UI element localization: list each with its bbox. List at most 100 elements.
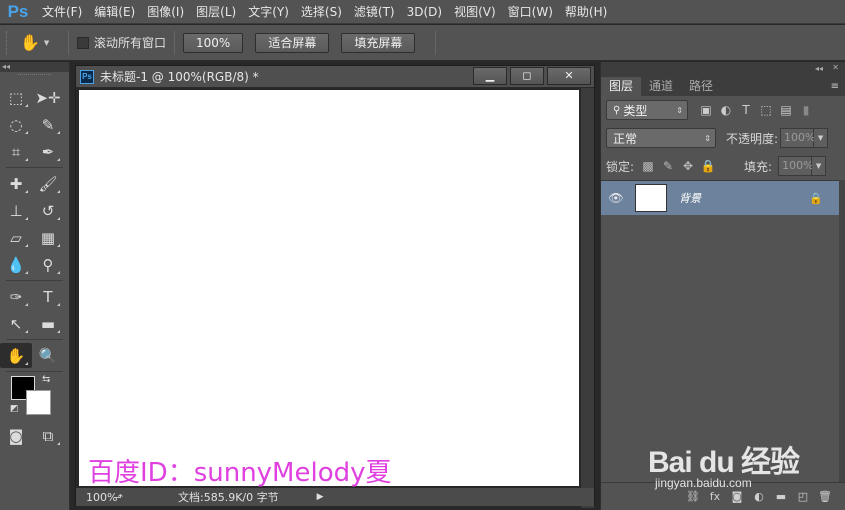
filter-type-dropdown[interactable]: ⚲ 类型 ⇕ bbox=[606, 100, 688, 120]
crop-tool-icon[interactable]: ⌗ bbox=[0, 139, 32, 164]
opacity-dropdown-icon[interactable]: ▼ bbox=[814, 128, 829, 148]
healing-brush-tool-icon[interactable]: ✚ bbox=[0, 171, 32, 196]
menu-file[interactable]: 文件(F) bbox=[36, 0, 88, 24]
add-mask-icon[interactable]: ◙ bbox=[726, 490, 748, 503]
filter-toggle-icon[interactable]: ▮ bbox=[796, 103, 816, 117]
menu-filter[interactable]: 滤镜(T) bbox=[348, 0, 401, 24]
fill-field[interactable]: 100% bbox=[778, 156, 814, 176]
menu-window[interactable]: 窗口(W) bbox=[502, 0, 559, 24]
layer-row-background[interactable]: 👁 背景 🔒 bbox=[601, 181, 839, 215]
fill-label: 填充: bbox=[744, 159, 773, 174]
divider bbox=[174, 30, 176, 55]
menu-view[interactable]: 视图(V) bbox=[448, 0, 502, 24]
new-adjustment-icon[interactable]: ◐ bbox=[748, 490, 770, 503]
menu-image[interactable]: 图像(I) bbox=[141, 0, 190, 24]
blend-mode-dropdown[interactable]: 正常 ⇕ bbox=[606, 128, 716, 148]
lock-icon: 🔒 bbox=[809, 191, 823, 205]
document-titlebar[interactable]: Ps 未标题-1 @ 100%(RGB/8) * ▁ ◻ ✕ bbox=[76, 66, 594, 88]
fx-icon[interactable]: fx bbox=[704, 490, 726, 503]
menu-help[interactable]: 帮助(H) bbox=[559, 0, 613, 24]
link-layers-icon[interactable]: ⛓ bbox=[682, 490, 704, 503]
eye-icon[interactable]: 👁 bbox=[601, 191, 631, 205]
menu-layer[interactable]: 图层(L) bbox=[190, 0, 242, 24]
search-icon: ⚲ bbox=[613, 104, 621, 116]
lock-all-icon[interactable]: 🔒 bbox=[698, 159, 718, 173]
rectangle-tool-icon[interactable]: ▬ bbox=[32, 311, 64, 336]
close-button[interactable]: ✕ bbox=[547, 66, 591, 85]
clone-stamp-tool-icon[interactable]: ⊥ bbox=[0, 198, 32, 223]
menu-bar: Ps 文件(F) 编辑(E) 图像(I) 图层(L) 文字(Y) 选择(S) 滤… bbox=[0, 0, 845, 24]
blur-tool-icon[interactable]: 💧 bbox=[0, 252, 32, 277]
chevron-down-icon: ▼ bbox=[43, 38, 50, 47]
menu-type[interactable]: 文字(Y) bbox=[242, 0, 295, 24]
gradient-tool-icon[interactable]: ▦ bbox=[32, 225, 64, 250]
dodge-tool-icon[interactable]: ⚲ bbox=[32, 252, 64, 277]
quick-mask-icon[interactable]: ◙ bbox=[0, 423, 32, 448]
share-icon[interactable]: ⬏ bbox=[114, 491, 136, 504]
lock-image-icon[interactable]: ✎ bbox=[658, 159, 678, 173]
move-tool-icon[interactable]: ➤✛ bbox=[32, 85, 64, 110]
pixel-filter-icon[interactable]: ▣ bbox=[696, 103, 716, 117]
pen-tool-icon[interactable]: ✑ bbox=[0, 284, 32, 309]
eyedropper-tool-icon[interactable]: ✒ bbox=[32, 139, 64, 164]
toolbox-grip[interactable] bbox=[18, 74, 51, 82]
brush-tool-icon[interactable]: 🖌 bbox=[32, 171, 64, 196]
trash-icon[interactable]: 🗑 bbox=[814, 490, 836, 503]
blend-mode-value: 正常 bbox=[613, 131, 638, 146]
path-selection-tool-icon[interactable]: ↖ bbox=[0, 311, 32, 336]
new-group-icon[interactable]: ▬ bbox=[770, 490, 792, 503]
panel-scrollbar[interactable] bbox=[839, 180, 845, 488]
blend-row: 正常 ⇕ 不透明度: 100% ▼ bbox=[601, 124, 845, 152]
panel-menu-icon[interactable]: ≡ bbox=[831, 78, 839, 96]
panel-collapse-icon[interactable]: ◂◂ bbox=[815, 64, 823, 73]
minimize-button[interactable]: ▁ bbox=[473, 66, 507, 85]
marquee-tool-icon[interactable]: ⬚ bbox=[0, 85, 32, 110]
panel-close-icon[interactable]: ✕ bbox=[832, 63, 839, 72]
lasso-tool-icon[interactable]: ◌ bbox=[0, 112, 32, 137]
shape-filter-icon[interactable]: ⬚ bbox=[756, 103, 776, 117]
vertical-scrollbar[interactable] bbox=[581, 88, 594, 508]
scroll-all-windows-checkbox[interactable]: 滚动所有窗口 bbox=[77, 34, 166, 51]
smart-object-filter-icon[interactable]: ▤ bbox=[776, 103, 796, 117]
window-controls: ▁ ◻ ✕ bbox=[473, 66, 594, 88]
maximize-button[interactable]: ◻ bbox=[510, 66, 544, 85]
tool-preset-picker[interactable]: ✋ ▼ bbox=[20, 33, 60, 52]
status-zoom-level[interactable]: 100% bbox=[76, 491, 117, 504]
background-color-swatch[interactable] bbox=[26, 390, 51, 415]
toolbox-collapse-icon[interactable]: ◂◂ bbox=[0, 62, 69, 72]
lock-position-icon[interactable]: ✥ bbox=[678, 159, 698, 173]
tab-layers[interactable]: 图层 bbox=[601, 77, 642, 96]
screen-mode-icon[interactable]: ⧉ bbox=[32, 423, 64, 448]
status-menu-arrow-icon[interactable]: ▶ bbox=[317, 492, 324, 502]
zoom-100-button[interactable]: 100% bbox=[183, 32, 244, 53]
swap-colors-icon[interactable]: ⇆ bbox=[42, 374, 50, 385]
fill-dropdown-icon[interactable]: ▼ bbox=[812, 156, 827, 176]
tab-paths[interactable]: 路径 bbox=[681, 77, 721, 96]
tab-channels[interactable]: 通道 bbox=[641, 77, 681, 96]
default-colors-icon[interactable]: ◩ bbox=[10, 404, 19, 414]
layer-name[interactable]: 背景 bbox=[679, 190, 701, 206]
menu-3d[interactable]: 3D(D) bbox=[401, 0, 448, 24]
type-filter-icon[interactable]: T bbox=[736, 103, 756, 117]
new-layer-icon[interactable]: ◰ bbox=[792, 490, 814, 503]
menu-select[interactable]: 选择(S) bbox=[295, 0, 348, 24]
adjustment-filter-icon[interactable]: ◐ bbox=[716, 103, 736, 117]
zoom-tool-icon[interactable]: 🔍 bbox=[32, 343, 64, 368]
hand-icon: ✋ bbox=[20, 33, 40, 52]
quick-selection-tool-icon[interactable]: ✎ bbox=[32, 112, 64, 137]
panel-tabs: 图层 通道 路径 ≡ bbox=[601, 76, 845, 96]
fit-screen-button[interactable]: 适合屏幕 bbox=[255, 32, 330, 53]
opacity-field[interactable]: 100% bbox=[780, 128, 816, 148]
type-tool-icon[interactable]: T bbox=[32, 284, 64, 309]
canvas[interactable] bbox=[79, 90, 579, 486]
hand-tool-icon[interactable]: ✋ bbox=[0, 343, 32, 368]
status-document-size: 文档:585.9K/0 字节 bbox=[178, 491, 279, 504]
checkbox-box[interactable] bbox=[77, 36, 89, 49]
lock-transparent-icon[interactable]: ▩ bbox=[638, 159, 658, 173]
fill-screen-button[interactable]: 填充屏幕 bbox=[341, 32, 416, 53]
options-bar-grip[interactable] bbox=[6, 30, 12, 55]
eraser-tool-icon[interactable]: ▱ bbox=[0, 225, 32, 250]
divider bbox=[435, 30, 437, 55]
menu-edit[interactable]: 编辑(E) bbox=[88, 0, 141, 24]
history-brush-tool-icon[interactable]: ↺ bbox=[32, 198, 64, 223]
